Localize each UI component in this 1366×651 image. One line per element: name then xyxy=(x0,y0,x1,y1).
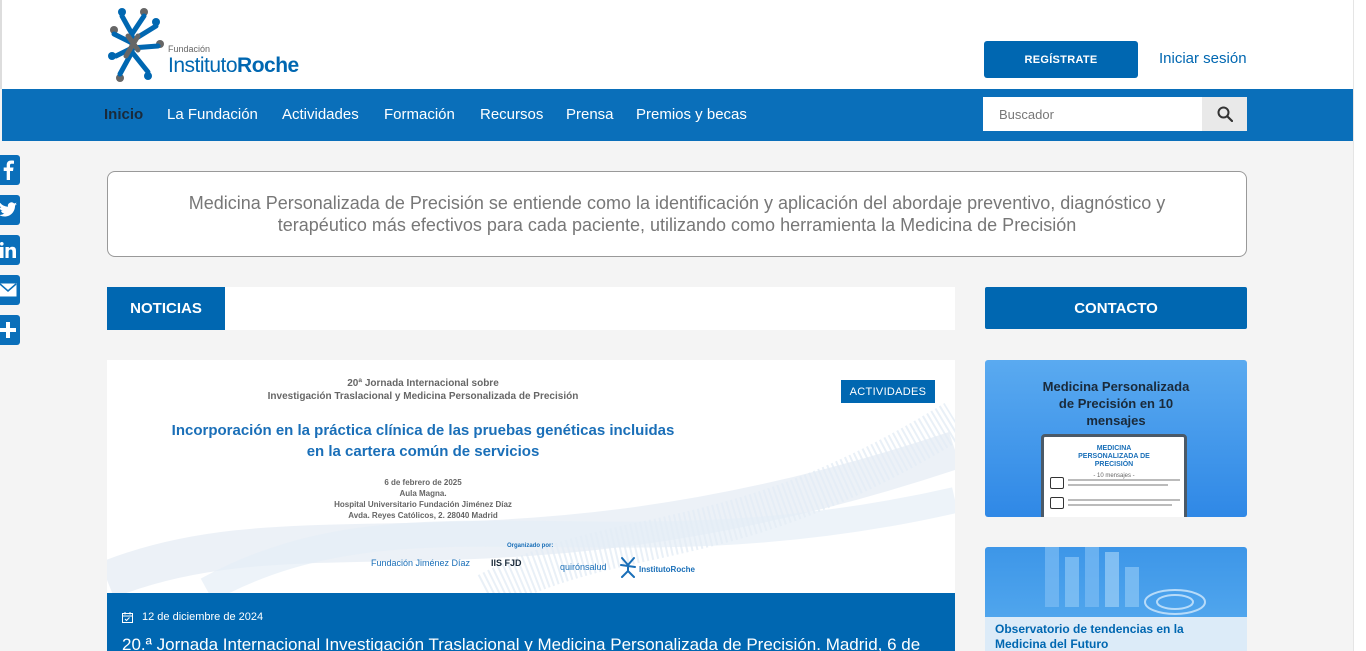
image-title-1: Incorporación en la práctica clínica de … xyxy=(171,422,675,439)
precision-medicine-document: MEDICINA PERSONALIZADA DE PRECISIÓN - 10… xyxy=(1041,434,1187,517)
document-item-2 xyxy=(1050,497,1064,509)
linkedin-share-button[interactable] xyxy=(0,235,20,265)
observatory-graphic xyxy=(1045,547,1206,615)
nav-item-formacion[interactable]: Formación xyxy=(384,106,455,123)
top-header: Fundación InstitutoRoche REGÍSTRATE Inic… xyxy=(0,0,1366,89)
image-detail-room: Aula Magna. xyxy=(399,489,447,498)
nav-item-recursos[interactable]: Recursos xyxy=(480,106,543,123)
email-icon xyxy=(0,283,17,297)
nav-item-prensa[interactable]: Prensa xyxy=(566,106,614,123)
image-organized-by: Organizado por: xyxy=(507,543,554,549)
document-title: MEDICINA PERSONALIZADA DE PRECISIÓN xyxy=(1078,445,1150,468)
logo-iis-fjd: IIS FJD xyxy=(491,558,522,568)
logo-quironsalud: quirónsalud xyxy=(560,562,607,572)
observatory-card-caption: Observatorio de tendencias en la Medicin… xyxy=(985,617,1247,651)
news-section-header: NOTICIAS xyxy=(107,287,955,330)
news-tab[interactable]: NOTICIAS xyxy=(107,287,225,330)
facebook-share-button[interactable] xyxy=(0,155,20,185)
document-line xyxy=(1068,499,1180,501)
search-icon xyxy=(1217,106,1233,122)
search-button[interactable] xyxy=(1202,97,1247,131)
precision-medicine-card-title: Medicina Personalizada de Precisión en 1… xyxy=(1042,379,1190,428)
image-line-2: Investigación Traslacional y Medicina Pe… xyxy=(267,391,579,402)
page-scrollbar[interactable] xyxy=(1353,0,1366,651)
nav-item-actividades[interactable]: Actividades xyxy=(282,106,359,123)
category-badge[interactable]: ACTIVIDADES xyxy=(841,380,935,403)
twitter-icon xyxy=(0,202,17,217)
logo-fjd: Fundación Jiménez Díaz xyxy=(371,558,471,568)
logo-figure-icon xyxy=(108,8,164,82)
document-line xyxy=(1068,504,1172,506)
news-card[interactable]: 20ª Jornada Internacional sobre Investig… xyxy=(107,360,955,651)
share-icon xyxy=(0,322,16,338)
logo-small-text: Fundación xyxy=(168,44,211,54)
logo[interactable]: Fundación InstitutoRoche xyxy=(108,6,318,86)
image-line-1: 20ª Jornada Internacional sobre xyxy=(347,378,499,389)
precision-medicine-card[interactable]: Medicina Personalizada de Precisión en 1… xyxy=(985,360,1247,517)
news-date: 12 de diciembre de 2024 xyxy=(142,611,264,623)
image-detail-address: Avda. Reyes Católicos, 2. 28040 Madrid xyxy=(348,511,498,520)
more-share-button[interactable] xyxy=(0,315,20,345)
document-item-1 xyxy=(1050,477,1064,489)
logo-big-text: InstitutoRoche xyxy=(168,54,299,77)
news-title[interactable]: 20.ª Jornada Internacional Investigación… xyxy=(122,635,942,651)
logo-figure-small-icon xyxy=(620,557,636,578)
search-input[interactable]: Buscador xyxy=(983,97,1202,131)
facebook-icon xyxy=(3,160,15,180)
observatory-card[interactable]: Observatorio de tendencias en la Medicin… xyxy=(985,547,1247,651)
nav-item-inicio[interactable]: Inicio xyxy=(104,106,143,123)
nav-item-premios-y-becas[interactable]: Premios y becas xyxy=(636,106,747,123)
login-link[interactable]: Iniciar sesión xyxy=(1159,50,1247,67)
contact-button[interactable]: CONTACTO xyxy=(985,287,1247,329)
image-detail-date: 6 de febrero de 2025 xyxy=(384,478,462,487)
main-nav: Inicio La Fundación Actividades Formació… xyxy=(2,89,1353,141)
email-share-button[interactable] xyxy=(0,275,20,305)
register-button[interactable]: REGÍSTRATE xyxy=(984,41,1138,78)
news-image[interactable]: 20ª Jornada Internacional sobre Investig… xyxy=(107,360,955,593)
news-footer: 12 de diciembre de 2024 20.ª Jornada Int… xyxy=(107,593,955,651)
logo-instituto-roche-small: InstitutoRoche xyxy=(619,555,695,579)
document-line xyxy=(1068,484,1168,486)
nav-item-la-fundacion[interactable]: La Fundación xyxy=(167,106,258,123)
logo-instituto-roche-small-text: InstitutoRoche xyxy=(639,565,695,574)
image-detail-hospital: Hospital Universitario Fundación Jiménez… xyxy=(334,500,512,509)
image-title-2: en la cartera común de servicios xyxy=(306,443,540,460)
document-line xyxy=(1068,479,1180,481)
twitter-share-button[interactable] xyxy=(0,195,20,225)
calendar-icon xyxy=(122,612,133,623)
linkedin-icon xyxy=(0,242,16,258)
intro-box: Medicina Personalizada de Precisión se e… xyxy=(107,171,1247,257)
